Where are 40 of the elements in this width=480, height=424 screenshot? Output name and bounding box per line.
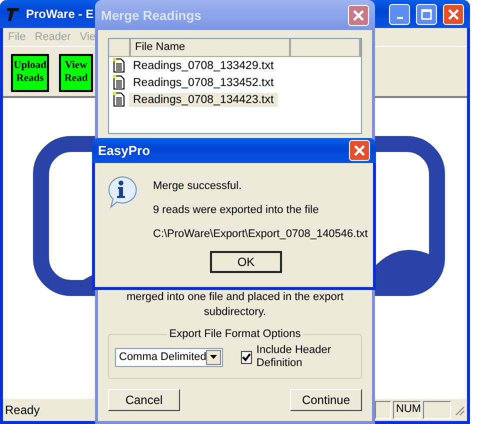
close-button[interactable] — [348, 4, 369, 26]
status-text: Ready — [5, 403, 41, 417]
resize-grip-icon — [453, 404, 465, 416]
text-file-icon — [113, 58, 125, 73]
file-name[interactable]: Readings_0708_134423.txt — [129, 92, 278, 106]
column-header[interactable]: File Name — [131, 39, 291, 57]
close-icon — [447, 8, 460, 20]
description-text: merged into one file and placed in the export subdirectory. — [125, 290, 345, 320]
format-dropdown[interactable]: Comma Delimited — [115, 348, 224, 366]
text-file-icon — [113, 75, 125, 90]
close-icon — [353, 144, 366, 157]
dropdown-arrow-icon — [210, 355, 218, 359]
close-button[interactable] — [349, 140, 370, 161]
status-pane — [375, 401, 391, 419]
dialog-button[interactable]: Continue — [290, 389, 362, 411]
include-header-checkbox[interactable]: Include Header Definition — [241, 344, 355, 370]
window-title: ProWare - E — [26, 7, 94, 21]
minimize-button[interactable] — [389, 4, 410, 24]
message-text: Merge successful. — [153, 180, 243, 192]
toolbar-button[interactable]: Upload Reads — [11, 54, 49, 92]
maximize-button[interactable] — [416, 4, 437, 24]
status-pane: NUM — [393, 401, 421, 419]
file-name[interactable]: Readings_0708_133429.txt — [129, 58, 278, 72]
minimize-icon — [396, 17, 402, 19]
file-name[interactable]: Readings_0708_133452.txt — [129, 76, 278, 90]
ok-button[interactable]: OK — [210, 251, 282, 273]
app-icon — [6, 6, 20, 22]
maximize-icon — [421, 8, 432, 20]
message-text: 9 reads were exported into the file — [153, 204, 320, 216]
message-text: C:\ProWare\Export\Export_0708_140546.txt — [153, 228, 368, 240]
status-pane — [423, 401, 451, 419]
window-title: Merge Readings — [101, 8, 202, 22]
text-file-icon — [113, 92, 125, 107]
dialog-button[interactable]: Cancel — [108, 389, 180, 411]
checkmark-icon — [242, 352, 252, 362]
toolbar-button[interactable]: View Read — [59, 54, 93, 92]
close-button[interactable] — [443, 4, 464, 24]
group-title: Export File Format Options — [168, 328, 302, 340]
dialog-title: EasyPro — [98, 143, 150, 158]
close-icon — [352, 8, 365, 22]
